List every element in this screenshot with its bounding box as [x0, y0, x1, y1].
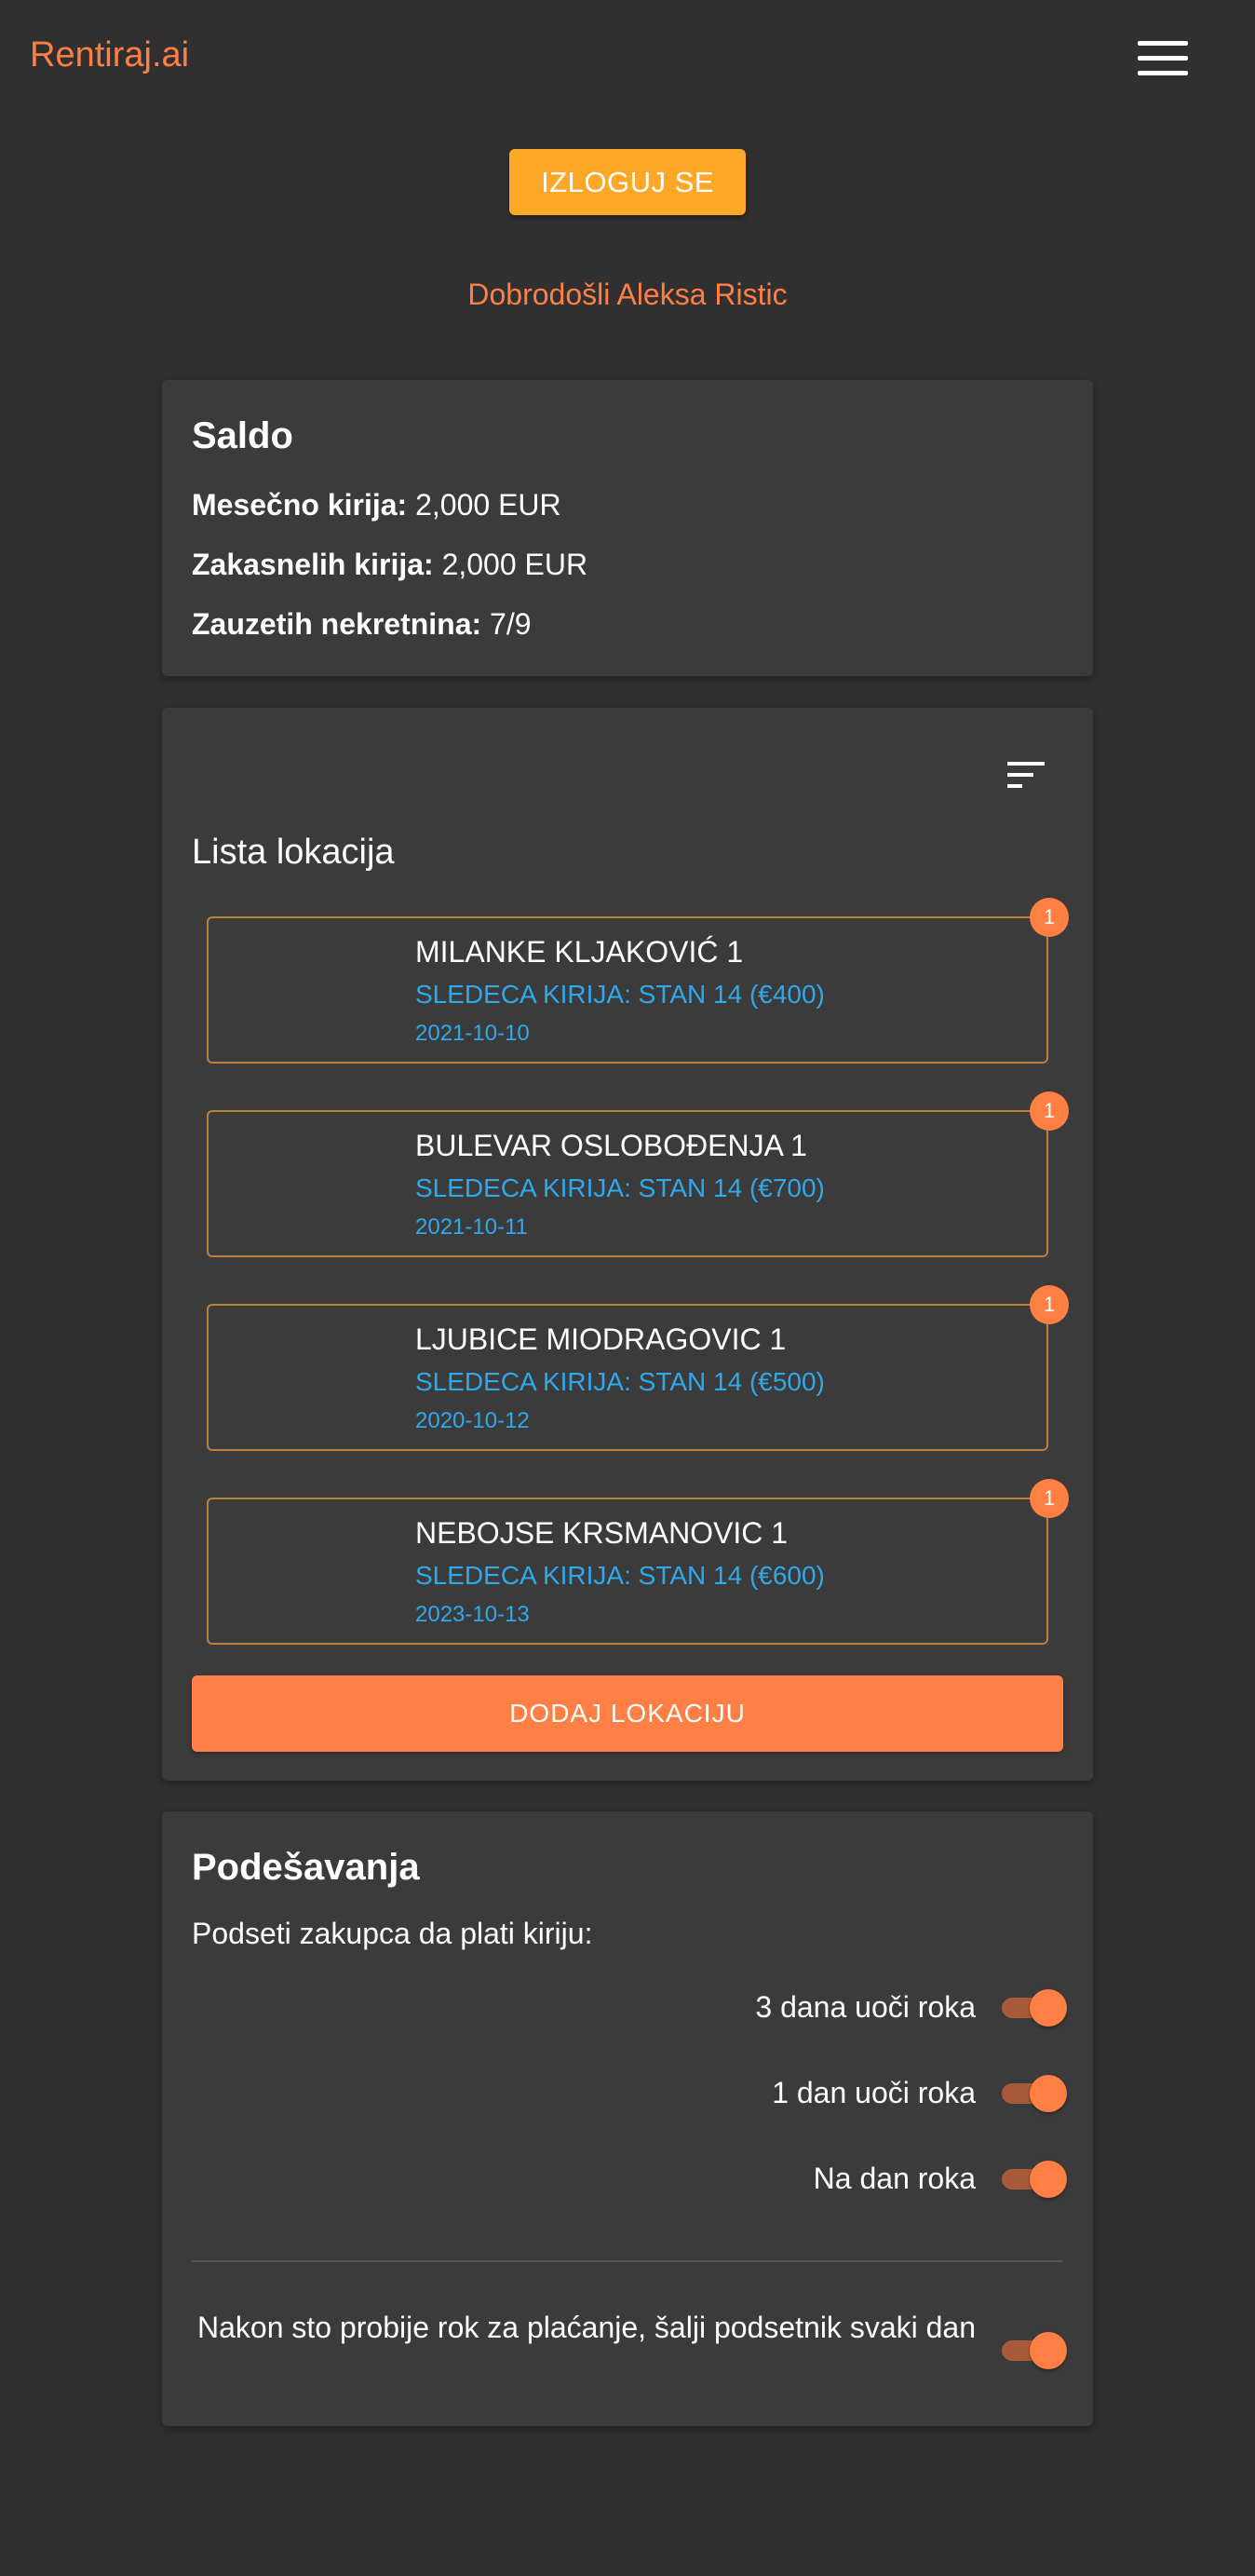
- option-label-3-days: 3 dana uoči roka: [755, 1990, 976, 2024]
- notification-badge: 1: [1030, 1091, 1069, 1131]
- settings-card: Podešavanja Podseti zakupca da plati kir…: [162, 1811, 1093, 2426]
- settings-title: Podešavanja: [192, 1847, 420, 1888]
- locations-list-title: Lista lokacija: [192, 833, 395, 872]
- logout-button[interactable]: IZLOGUJ SE: [509, 149, 746, 215]
- location-name: BULEVAR OSLOBOĐENJA 1: [415, 1129, 807, 1162]
- monthly-rent-label: Mesečno kirija:: [192, 488, 408, 522]
- toggle-due-day[interactable]: [998, 2158, 1071, 2201]
- top-app-bar: Rentiraj.ai: [0, 0, 1255, 115]
- toggle-thumb: [1030, 2075, 1067, 2112]
- location-date: 2023-10-13: [415, 1602, 530, 1627]
- notification-badge: 1: [1030, 1285, 1069, 1324]
- brand-logo[interactable]: Rentiraj.ai: [30, 35, 189, 75]
- location-item[interactable]: MILANKE KLJAKOVIĆ 1 SLEDECA KIRIJA: STAN…: [207, 898, 1069, 1064]
- sort-line: [1007, 784, 1022, 788]
- toggle-3-days[interactable]: [998, 1986, 1071, 2029]
- divider: [192, 2260, 1063, 2262]
- location-name: MILANKE KLJAKOVIĆ 1: [415, 935, 744, 969]
- notification-badge: 1: [1030, 898, 1069, 937]
- sort-icon[interactable]: [1007, 762, 1045, 790]
- location-item[interactable]: LJUBICE MIODRAGOVIC 1 SLEDECA KIRIJA: ST…: [207, 1285, 1069, 1451]
- sort-line: [1007, 762, 1045, 766]
- location-item[interactable]: BULEVAR OSLOBOĐENJA 1 SLEDECA KIRIJA: ST…: [207, 1091, 1069, 1257]
- menu-bar: [1138, 71, 1188, 75]
- location-date: 2020-10-12: [415, 1408, 530, 1433]
- remind-label: Podseti zakupca da plati kiriju:: [192, 1917, 593, 1950]
- location-name: LJUBICE MIODRAGOVIC 1: [415, 1322, 787, 1356]
- location-next-rent[interactable]: SLEDECA KIRIJA: STAN 14 (€400): [415, 980, 825, 1010]
- toggle-daily-reminder[interactable]: [998, 2329, 1071, 2372]
- location-date: 2021-10-10: [415, 1021, 530, 1046]
- saldo-title: Saldo: [192, 415, 293, 456]
- saldo-card: Saldo Mesečno kirija: 2,000 EUR Zakasnel…: [162, 380, 1093, 676]
- location-name: NEBOJSE KRSMANOVIC 1: [415, 1516, 789, 1550]
- option-label-1-day: 1 dan uoči roka: [772, 2076, 976, 2109]
- late-rent-label: Zakasnelih kirija:: [192, 548, 434, 581]
- welcome-message: Dobrodošli Aleksa Ristic: [467, 278, 788, 311]
- add-location-button[interactable]: DODAJ LOKACIJU: [192, 1675, 1063, 1752]
- monthly-rent-value: 2,000 EUR: [415, 488, 561, 522]
- location-next-rent[interactable]: SLEDECA KIRIJA: STAN 14 (€600): [415, 1561, 825, 1591]
- menu-bar: [1138, 41, 1188, 46]
- late-rent-stat: Zakasnelih kirija: 2,000 EUR: [192, 548, 587, 582]
- sort-line: [1007, 773, 1033, 777]
- hamburger-menu-icon[interactable]: [1138, 41, 1188, 76]
- location-next-rent[interactable]: SLEDECA KIRIJA: STAN 14 (€500): [415, 1367, 825, 1397]
- toggle-1-day[interactable]: [998, 2072, 1071, 2115]
- occupied-stat: Zauzetih nekretnina: 7/9: [192, 607, 532, 642]
- option-label-due-day: Na dan roka: [813, 2162, 976, 2195]
- notification-badge: 1: [1030, 1479, 1069, 1518]
- locations-card: Lista lokacija MILANKE KLJAKOVIĆ 1 SLEDE…: [162, 708, 1093, 1781]
- occupied-label: Zauzetih nekretnina:: [192, 607, 482, 641]
- toggle-thumb: [1030, 1989, 1067, 2027]
- toggle-thumb: [1030, 2161, 1067, 2198]
- location-item[interactable]: NEBOJSE KRSMANOVIC 1 SLEDECA KIRIJA: STA…: [207, 1479, 1069, 1645]
- occupied-value: 7/9: [490, 607, 532, 641]
- menu-bar: [1138, 56, 1188, 61]
- monthly-rent-stat: Mesečno kirija: 2,000 EUR: [192, 488, 561, 522]
- late-rent-value: 2,000 EUR: [441, 548, 588, 581]
- daily-reminder-label: Nakon sto probije rok za plaćanje, šalji…: [196, 2311, 976, 2344]
- location-date: 2021-10-11: [415, 1214, 528, 1240]
- location-next-rent[interactable]: SLEDECA KIRIJA: STAN 14 (€700): [415, 1173, 825, 1203]
- toggle-thumb: [1030, 2332, 1067, 2369]
